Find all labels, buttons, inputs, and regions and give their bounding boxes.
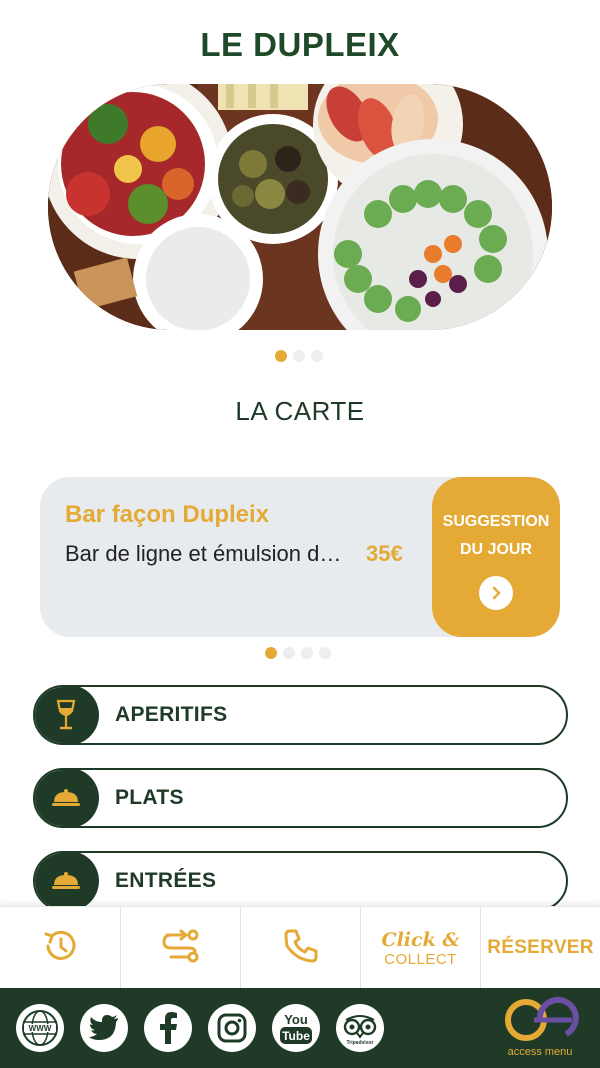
suggestion-price: 35€	[366, 541, 403, 566]
reserve-button[interactable]: RÉSERVER	[480, 907, 600, 989]
route-icon	[159, 926, 203, 971]
tripadvisor-icon[interactable]: Tripadvisor	[336, 1004, 384, 1052]
category-label: PLATS	[115, 786, 184, 809]
chevron-right-icon[interactable]	[479, 576, 513, 610]
menu-section-title: LA CARTE	[235, 396, 365, 426]
wine-glass-icon	[35, 687, 99, 743]
carousel-dot[interactable]	[311, 350, 323, 362]
click-collect-line1: Click &	[381, 928, 460, 951]
www-text: WWW	[29, 1024, 52, 1033]
suggestion-badge-line1: SUGGESTION	[442, 513, 550, 530]
cloche-icon	[35, 770, 99, 826]
directions-button[interactable]	[120, 907, 240, 989]
cloche-icon	[35, 853, 99, 909]
suggestion-carousel-dots	[265, 647, 331, 659]
carousel-dot[interactable]	[283, 647, 295, 659]
youtube-text-tube: Tube	[282, 1029, 310, 1043]
tripadvisor-text: Tripadvisor	[347, 1040, 374, 1046]
suggestion-badge-line2: DU JOUR	[459, 541, 532, 558]
bottom-action-bar: Click & COLLECT RÉSERVER	[0, 906, 600, 989]
category-label: APERITIFS	[115, 703, 228, 726]
carousel-dot[interactable]	[319, 647, 331, 659]
carousel-dot[interactable]	[293, 350, 305, 362]
suggestion-card[interactable]: Bar façon Dupleix Bar de ligne et émulsi…	[40, 477, 560, 637]
suggestion-dish-name: Bar façon Dupleix	[65, 501, 270, 528]
history-icon	[40, 926, 80, 971]
carousel-dot[interactable]	[301, 647, 313, 659]
suggestion-description: Bar de ligne et émulsion d…	[65, 541, 342, 566]
youtube-icon[interactable]: You Tube	[272, 1004, 320, 1052]
twitter-icon[interactable]	[80, 1004, 128, 1052]
instagram-icon[interactable]	[208, 1004, 256, 1052]
youtube-text-you: You	[284, 1012, 308, 1027]
phone-icon	[281, 926, 321, 971]
hero-photo	[48, 84, 552, 330]
suggestion-badge[interactable]: SUGGESTION DU JOUR	[432, 477, 560, 637]
carousel-dot[interactable]	[265, 647, 277, 659]
category-entrees[interactable]: ENTRÉES	[33, 851, 568, 911]
reserve-label: RÉSERVER	[487, 937, 594, 958]
hero-carousel-dots	[275, 350, 323, 362]
access-menu-logo-mark	[505, 996, 579, 1041]
restaurant-title: LE DUPLEIX	[200, 26, 400, 63]
carousel-dot[interactable]	[275, 350, 287, 362]
click-collect-button[interactable]: Click & COLLECT	[360, 907, 480, 989]
facebook-icon[interactable]	[144, 1004, 192, 1052]
call-button[interactable]	[240, 907, 360, 989]
click-collect-line2: COLLECT	[384, 950, 457, 968]
www-icon[interactable]: WWW	[16, 1004, 64, 1052]
category-label: ENTRÉES	[115, 869, 217, 892]
footer: WWW You Tube Tripadvisor access menu	[0, 988, 600, 1068]
hero-image[interactable]	[48, 84, 552, 330]
access-menu-logo[interactable]: access menu	[490, 994, 590, 1060]
category-aperitifs[interactable]: APERITIFS	[33, 685, 568, 745]
history-button[interactable]	[0, 907, 120, 989]
brand-name: access menu	[507, 1046, 573, 1058]
category-plats[interactable]: PLATS	[33, 768, 568, 828]
